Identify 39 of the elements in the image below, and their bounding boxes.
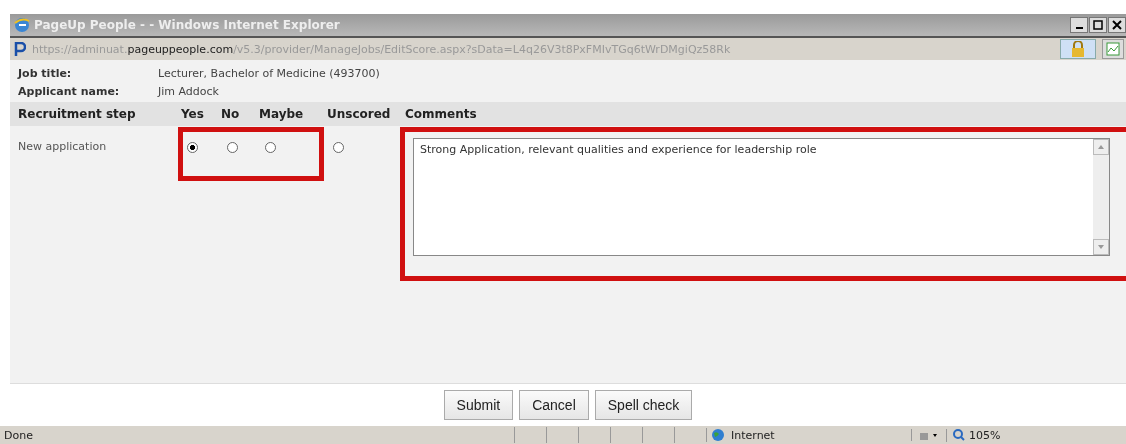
site-logo-icon [14,42,26,56]
comments-field[interactable]: Strong Application, relevant qualities and experience for leadership role [413,138,1110,256]
close-icon [1112,20,1122,30]
column-header: Recruitment step [18,107,137,121]
zoom-level[interactable]: 105% [969,428,1001,442]
field-value: Lecturer, Bachelor of Medicine (493700) [158,66,380,80]
form-button[interactable]: Spell check [594,390,693,420]
comment-text: Strong Application, relevant qualities and experience for leadership role [420,143,817,157]
minimize-button[interactable] [1070,17,1088,33]
report-button[interactable] [1102,39,1124,59]
zone-label: Internet [731,428,775,442]
globe-icon [711,428,725,442]
picture-report-icon [1106,42,1120,56]
minimize-icon [1075,27,1083,29]
radio-button[interactable] [333,142,344,153]
close-button[interactable] [1108,17,1126,33]
table-cell-text: New application [18,139,108,153]
window-title: PageUp People - - Windows Internet Explorer [34,18,340,32]
radio-button[interactable] [265,142,276,153]
maximize-button[interactable] [1089,17,1107,33]
radio-button[interactable] [187,142,198,153]
field-label: Job title: [18,66,73,80]
browser-logo-icon [13,16,31,34]
maximize-icon [1093,20,1103,30]
column-header: No [221,107,241,121]
status-text: Done [3,428,34,442]
form-button[interactable]: Cancel [519,390,589,420]
column-header: Maybe [259,107,305,121]
security-lock-button[interactable] [1060,39,1096,59]
zoom-icon [953,429,965,441]
field-value: Jim Addock [158,84,219,98]
form-button[interactable]: Submit [443,390,514,420]
column-header: Yes [181,107,205,121]
padlock-icon [1071,41,1085,57]
radio-button[interactable] [227,142,238,153]
column-header: Comments [405,107,478,121]
scrollbar[interactable] [1093,139,1109,255]
column-header: Unscored [327,107,392,121]
field-label: Applicant name: [18,84,121,98]
